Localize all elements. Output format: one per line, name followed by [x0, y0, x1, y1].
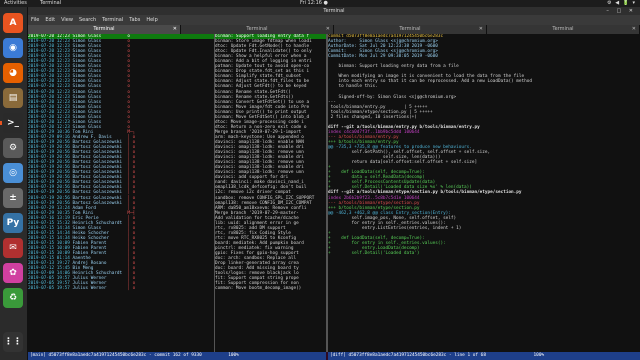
log-subject-row[interactable]: common: Move bootm_decomp_image(): [215, 286, 326, 291]
system-tray[interactable]: ⚙ ◀ 🔋 ▾: [607, 0, 636, 7]
trash-icon[interactable]: ♻: [3, 288, 23, 308]
close-tab-icon[interactable]: ✕: [326, 25, 330, 34]
menu-terminal[interactable]: Terminal: [102, 17, 123, 23]
color-wheel-icon[interactable]: ✿: [3, 263, 23, 283]
tab-bar: Terminal ✕ Terminal ✕ Terminal ✕ Terminal ✕: [28, 25, 640, 34]
app-menu[interactable]: Terminal: [40, 0, 61, 7]
log-subject: common: Move bootm_decomp_image(): [215, 286, 302, 292]
dock: A ◉ ◕ ▤ >_ ⚙ ◎ ± Py ✉ ✿ ♻ ⋮⋮: [0, 7, 28, 360]
menu-file[interactable]: File: [31, 17, 39, 23]
log-status-bar: [main] d5073ff8e8a1aedc7a41971245450bc6e…: [28, 352, 326, 360]
close-tab-icon[interactable]: ✕: [173, 25, 177, 34]
chromium-icon[interactable]: ◎: [3, 163, 23, 183]
menu-search[interactable]: Search: [79, 17, 96, 23]
close-tab-icon[interactable]: ✕: [479, 25, 483, 34]
firefox-icon[interactable]: ◕: [3, 63, 23, 83]
diff-line: + self.Detail('Loaded data'): [328, 251, 420, 257]
diff-pane[interactable]: commit d5073ff8e8a1aedc7a41971245450bc6e…: [328, 34, 640, 352]
terminal-window: Terminal – □ ✕ File Edit View Search Termina…: [28, 7, 640, 360]
clock[interactable]: Fri 12:16 ●: [300, 0, 328, 7]
tab-terminal-2[interactable]: Terminal ✕: [181, 25, 334, 34]
menu-edit[interactable]: Edit: [45, 17, 55, 23]
menu-view[interactable]: View: [61, 17, 73, 23]
diff-status-bar: [diff] d5073ff8e8a1aedc7a41971245450bc6e…: [328, 352, 640, 360]
python-icon[interactable]: Py: [3, 213, 23, 233]
tab-terminal-4[interactable]: Terminal ✕: [487, 25, 640, 34]
menu-tabs[interactable]: Tabs: [129, 17, 140, 23]
log-subject-pane[interactable]: binman: Support loading entry data f binm…: [215, 34, 326, 352]
log-graph: │ o: [124, 286, 136, 292]
calculator-icon[interactable]: ±: [3, 188, 23, 208]
top-panel: Activities Terminal Fri 12:16 ● ⚙ ◀ 🔋 ▾: [0, 0, 640, 7]
ubuntu-software-icon[interactable]: A: [3, 13, 23, 33]
menu-bar: File Edit View Search Terminal Tabs Help: [28, 15, 640, 25]
show-apps-icon[interactable]: ⋮⋮: [3, 332, 23, 352]
tab-terminal-3[interactable]: Terminal ✕: [334, 25, 487, 34]
log-pane[interactable]: 2019-07-20 12:23 Simon Glass o 2019-07-20…: [28, 34, 214, 352]
log-row[interactable]: 2019-07-05 19:57 Julius Werner │ o: [28, 286, 214, 291]
log-date: 2019-07-05 19:57: [28, 286, 73, 292]
files-icon[interactable]: ▤: [3, 88, 23, 108]
terminal-icon[interactable]: >_: [0, 113, 23, 133]
close-tab-icon[interactable]: ✕: [632, 25, 636, 34]
settings-icon[interactable]: ⚙: [3, 138, 23, 158]
mail-icon[interactable]: ✉: [3, 238, 23, 258]
tab-terminal-1[interactable]: Terminal ✕: [28, 25, 181, 34]
chrome-icon[interactable]: ◉: [3, 38, 23, 58]
menu-help[interactable]: Help: [146, 17, 157, 23]
window-controls[interactable]: – □ ✕: [606, 7, 636, 15]
log-author: Julius Werner: [72, 286, 125, 292]
window-titlebar[interactable]: Terminal – □ ✕: [28, 7, 640, 15]
activities-button[interactable]: Activities: [4, 0, 27, 7]
window-title: Terminal: [323, 8, 345, 14]
